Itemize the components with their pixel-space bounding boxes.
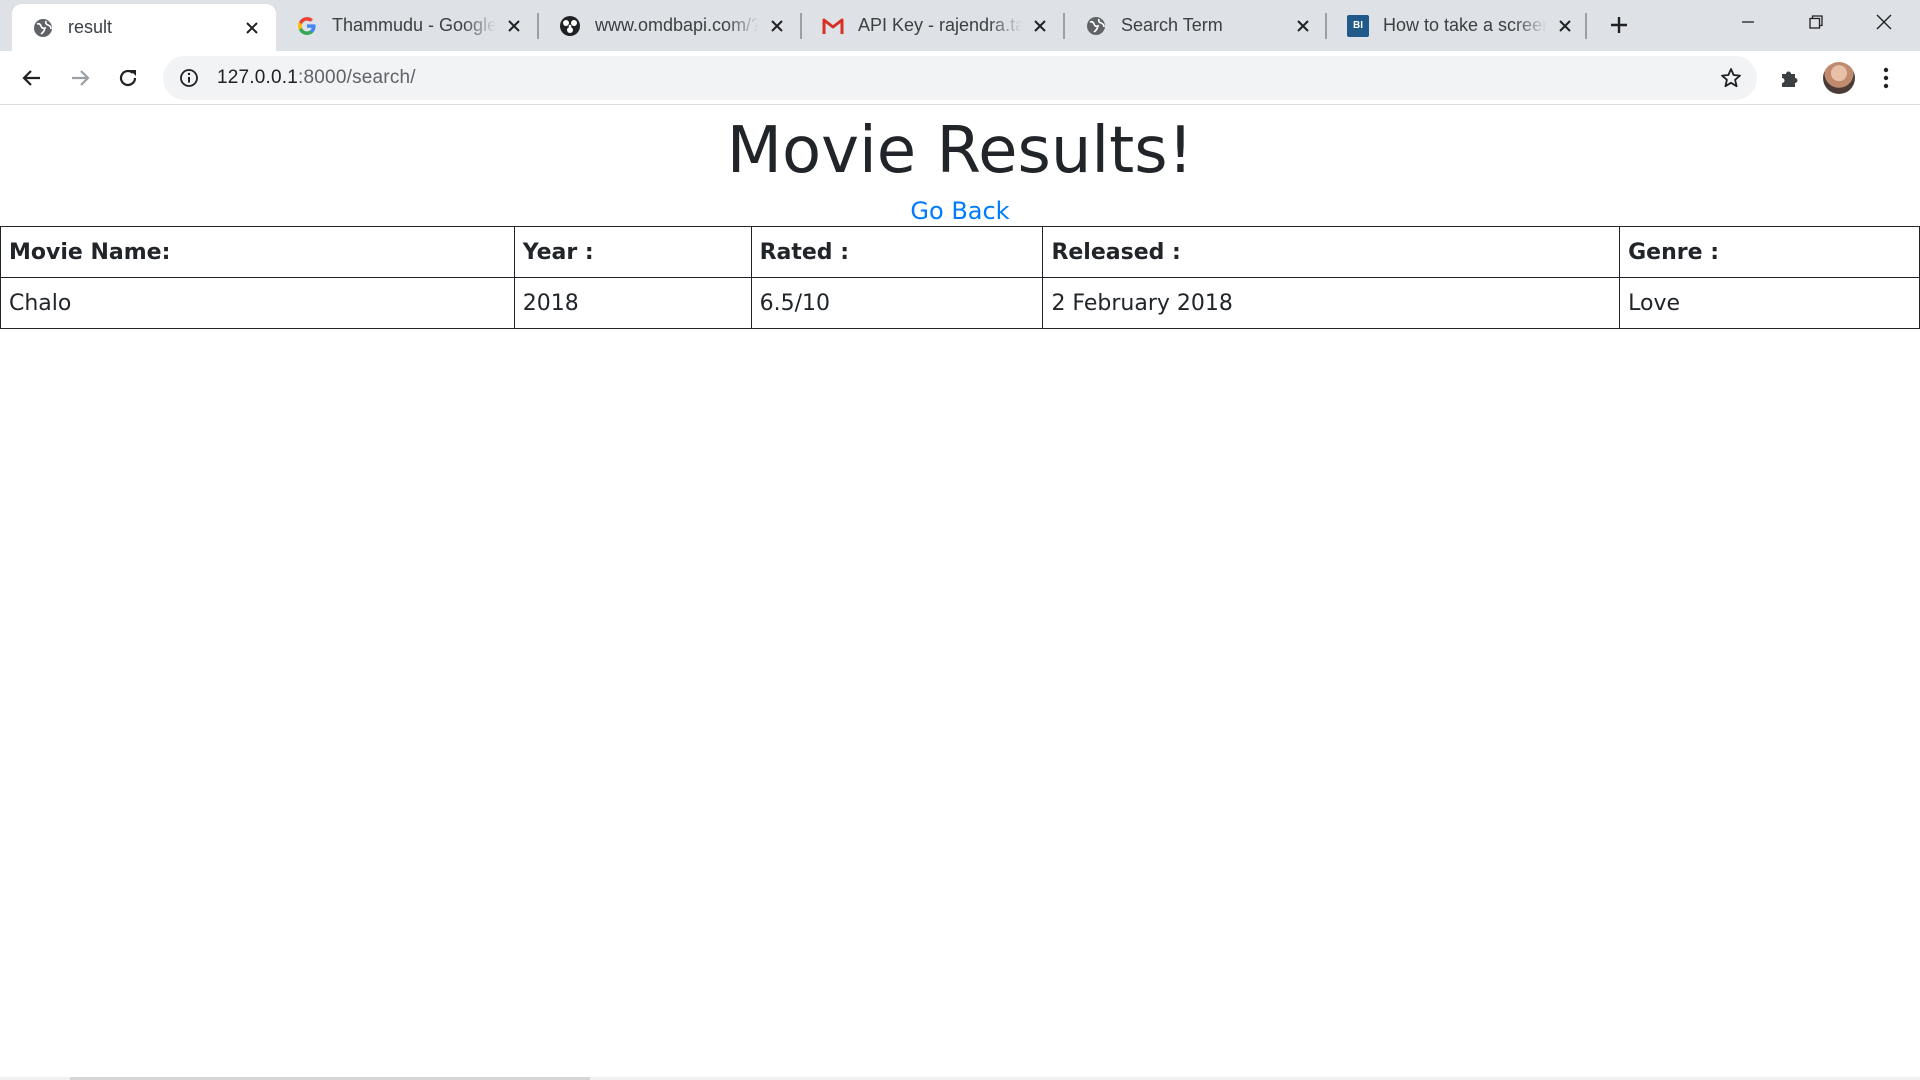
url-path: :8000/search/ [298, 67, 416, 88]
header-genre: Genre : [1619, 226, 1920, 278]
cell-genre: Love [1619, 277, 1920, 329]
tab-strip: result Thammudu - Google www.omdbapi.com… [0, 0, 1920, 51]
browser-toolbar: 127.0.0.1:8000/search/ [0, 51, 1920, 105]
header-movie-name: Movie Name: [0, 226, 515, 278]
bi-icon: BI [1347, 14, 1369, 37]
bookmark-star-icon[interactable] [1719, 66, 1743, 90]
reload-button[interactable] [110, 60, 146, 96]
close-window-button[interactable] [1850, 0, 1918, 44]
address-bar[interactable]: 127.0.0.1:8000/search/ [163, 56, 1757, 100]
table-header-row: Movie Name: Year : Rated : Released : Ge… [0, 226, 1920, 278]
tab-title: API Key - rajendra.ta [858, 15, 1022, 35]
tab-title: Search Term [1121, 15, 1223, 35]
back-button[interactable] [14, 60, 50, 96]
table-row: Chalo 2018 6.5/10 2 February 2018 Love [0, 277, 1920, 329]
tab-omdbapi[interactable]: www.omdbapi.com/? [539, 0, 801, 51]
globe-icon [32, 17, 54, 39]
tab-google[interactable]: Thammudu - Google [276, 0, 538, 51]
site-info-icon[interactable] [177, 66, 201, 90]
close-tab-icon[interactable] [1291, 14, 1315, 38]
tab-separator [1585, 13, 1587, 39]
tab-screenshot-guide[interactable]: BI How to take a screen [1327, 0, 1589, 51]
tab-title: Thammudu - Google [332, 15, 496, 35]
header-rated: Rated : [750, 226, 1044, 278]
extensions-puzzle-icon[interactable] [1777, 65, 1803, 91]
globe-icon [1085, 15, 1107, 37]
browser-menu-icon[interactable] [1873, 64, 1899, 92]
tab-search-term[interactable]: Search Term [1065, 0, 1327, 51]
header-released: Released : [1042, 226, 1621, 278]
tab-title: How to take a screen [1383, 15, 1547, 35]
close-tab-icon[interactable] [765, 14, 789, 38]
close-tab-icon[interactable] [1028, 14, 1052, 38]
tab-title: result [68, 17, 113, 37]
page-content: Movie Results! Go Back Movie Name: Year … [0, 106, 1920, 1080]
page-title: Movie Results! [726, 114, 1194, 188]
close-tab-icon[interactable] [502, 14, 526, 38]
minimize-button[interactable] [1714, 0, 1782, 44]
tab-title: www.omdbapi.com/? [595, 15, 759, 35]
close-tab-icon[interactable] [1553, 14, 1577, 38]
cell-movie-name: Chalo [0, 277, 515, 329]
url-host: 127.0.0.1 [217, 67, 299, 88]
forward-button[interactable] [62, 60, 98, 96]
cell-released: 2 February 2018 [1042, 277, 1621, 329]
profile-avatar[interactable] [1823, 62, 1855, 94]
gmail-icon [822, 15, 844, 37]
tab-gmail[interactable]: API Key - rajendra.ta [802, 0, 1064, 51]
omdb-icon [559, 15, 581, 37]
header-year: Year : [513, 226, 752, 278]
cell-year: 2018 [513, 277, 752, 329]
close-tab-icon[interactable] [240, 16, 264, 40]
cell-rated: 6.5/10 [750, 277, 1044, 329]
google-icon [296, 15, 318, 37]
results-table: Movie Name: Year : Rated : Released : Ge… [0, 226, 1920, 329]
tab-result[interactable]: result [12, 4, 276, 51]
bi-icon-label: BI [1347, 14, 1369, 37]
restore-button[interactable] [1782, 0, 1850, 44]
go-back-link[interactable]: Go Back [0, 194, 1920, 228]
url-text: 127.0.0.1:8000/search/ [217, 67, 416, 89]
new-tab-button[interactable] [1604, 10, 1634, 40]
